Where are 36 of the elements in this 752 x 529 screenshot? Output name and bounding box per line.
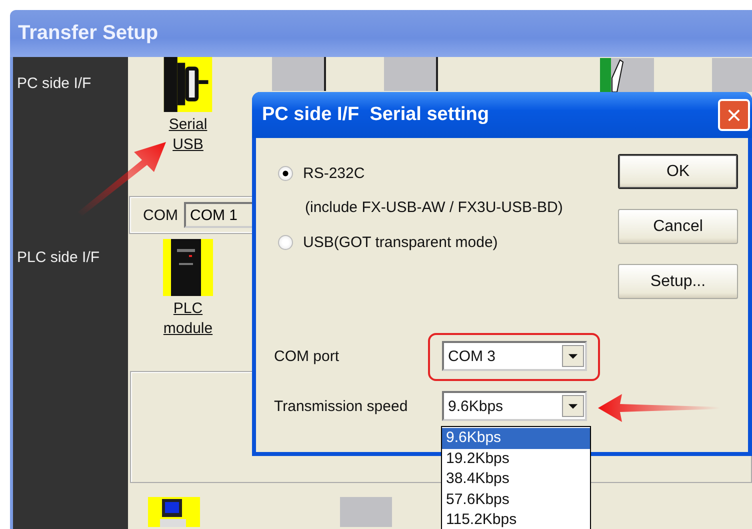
dialog-title: PC side I/F Serial setting xyxy=(262,104,490,126)
device-tile[interactable] xyxy=(340,497,392,527)
device-tile[interactable] xyxy=(384,57,438,91)
caret-icon[interactable] xyxy=(562,395,584,417)
radio-icon[interactable] xyxy=(278,166,293,180)
device-tile[interactable] xyxy=(272,57,326,91)
dialog-button[interactable]: Cancel xyxy=(618,209,738,244)
dropdown-value: COM 3 xyxy=(447,348,496,364)
dropdown-value: 9.6Kbps xyxy=(447,398,504,414)
speed-dropdown[interactable]: 9.6Kbps xyxy=(442,391,587,421)
computer-icon[interactable] xyxy=(148,497,200,527)
radio-icon[interactable] xyxy=(278,234,293,250)
interface-link[interactable]: USB xyxy=(172,135,204,155)
com-label: COM xyxy=(143,206,178,224)
plc-module-icon[interactable] xyxy=(163,239,213,296)
close-button[interactable]: × xyxy=(718,99,750,131)
radio-option[interactable]: RS-232C xyxy=(278,162,618,184)
serial-connector-icon[interactable] xyxy=(163,57,213,112)
caret-icon[interactable] xyxy=(562,345,584,367)
interface-link[interactable]: Serial xyxy=(168,115,208,135)
sidebar-label: PC side I/F xyxy=(17,75,92,92)
speed-option[interactable]: 19.2Kbps xyxy=(442,448,590,469)
interface-link[interactable]: PLC xyxy=(173,299,203,319)
speed-label: Transmission speed xyxy=(274,398,409,414)
interface-link[interactable]: module xyxy=(163,319,213,339)
com-port-label: COM port xyxy=(274,348,340,364)
sidebar-label: PLC side I/F xyxy=(17,249,101,266)
com-port-dropdown[interactable]: COM 3 xyxy=(442,341,587,371)
dialog-button[interactable]: OK xyxy=(618,154,738,189)
device-tile[interactable] xyxy=(600,58,654,92)
speed-option[interactable]: 9.6Kbps xyxy=(442,428,590,448)
device-tile[interactable] xyxy=(712,58,752,92)
option-note: (include FX-USB-AW / FX3U-USB-BD) xyxy=(305,199,564,216)
window-title: Transfer Setup xyxy=(18,22,158,45)
dialog-button[interactable]: Setup... xyxy=(618,264,738,299)
radio-option[interactable]: USB(GOT transparent mode) xyxy=(278,231,618,253)
